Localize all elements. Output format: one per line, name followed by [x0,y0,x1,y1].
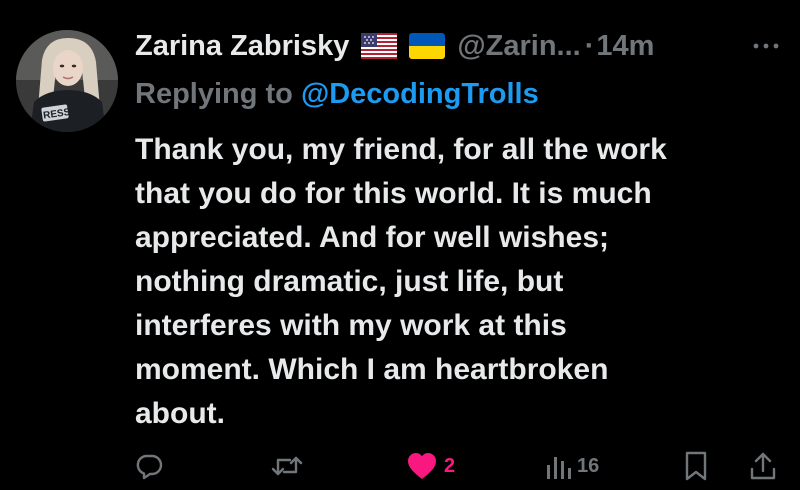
timestamp[interactable]: 14m [596,24,654,68]
tweet-text-line: appreciated. And for well wishes; [135,221,609,254]
reply-icon [133,450,165,482]
more-dots-icon[interactable] [748,36,784,56]
user-handle[interactable]: @Zarin... [457,24,580,68]
tweet-text-line: interferes with my work at this [135,309,567,342]
reply-mention-link[interactable]: @DecodingTrolls [301,78,539,110]
views-count: 16 [577,454,600,477]
bookmark-icon [682,450,710,482]
tweet-header: Zarina Zabrisky @Zarin... · 14m [135,24,654,68]
retweet-icon [270,450,304,482]
tweet-text-line: nothing dramatic, just life, but [135,265,564,298]
avatar[interactable]: RESS [16,30,118,132]
replying-to-label: Replying to [135,78,293,110]
ukraine-flag-icon [409,33,446,59]
views-icon [545,451,571,481]
reply-button[interactable] [133,448,165,484]
views-button[interactable]: 16 [545,448,599,484]
replying-to: Replying to @DecodingTrolls [135,72,539,116]
avatar-image: RESS [16,30,118,132]
share-button[interactable] [748,448,778,484]
bookmark-button[interactable] [682,448,710,484]
tweet-text-line: about. [135,397,225,430]
like-count: 2 [444,454,456,477]
us-flag-icon [361,33,398,59]
tweet-text-line: that you do for this world. It is much [135,177,652,210]
tweet-text-line: Thank you, my friend, for all the work [135,133,667,166]
tweet-text: Thank you, my friend, for all the work t… [135,128,775,436]
like-button[interactable]: 2 [406,448,455,484]
tweet-text-line: moment. Which I am heartbroken [135,353,609,386]
heart-filled-icon [406,451,438,481]
action-bar: 2 16 [0,448,800,488]
display-name[interactable]: Zarina Zabrisky [135,24,349,68]
tweet[interactable]: RESS Zarina Zabrisky @Zarin... · 14m Rep… [0,0,800,490]
separator-dot: · [584,30,595,62]
retweet-button[interactable] [270,448,304,484]
share-icon [748,450,778,482]
